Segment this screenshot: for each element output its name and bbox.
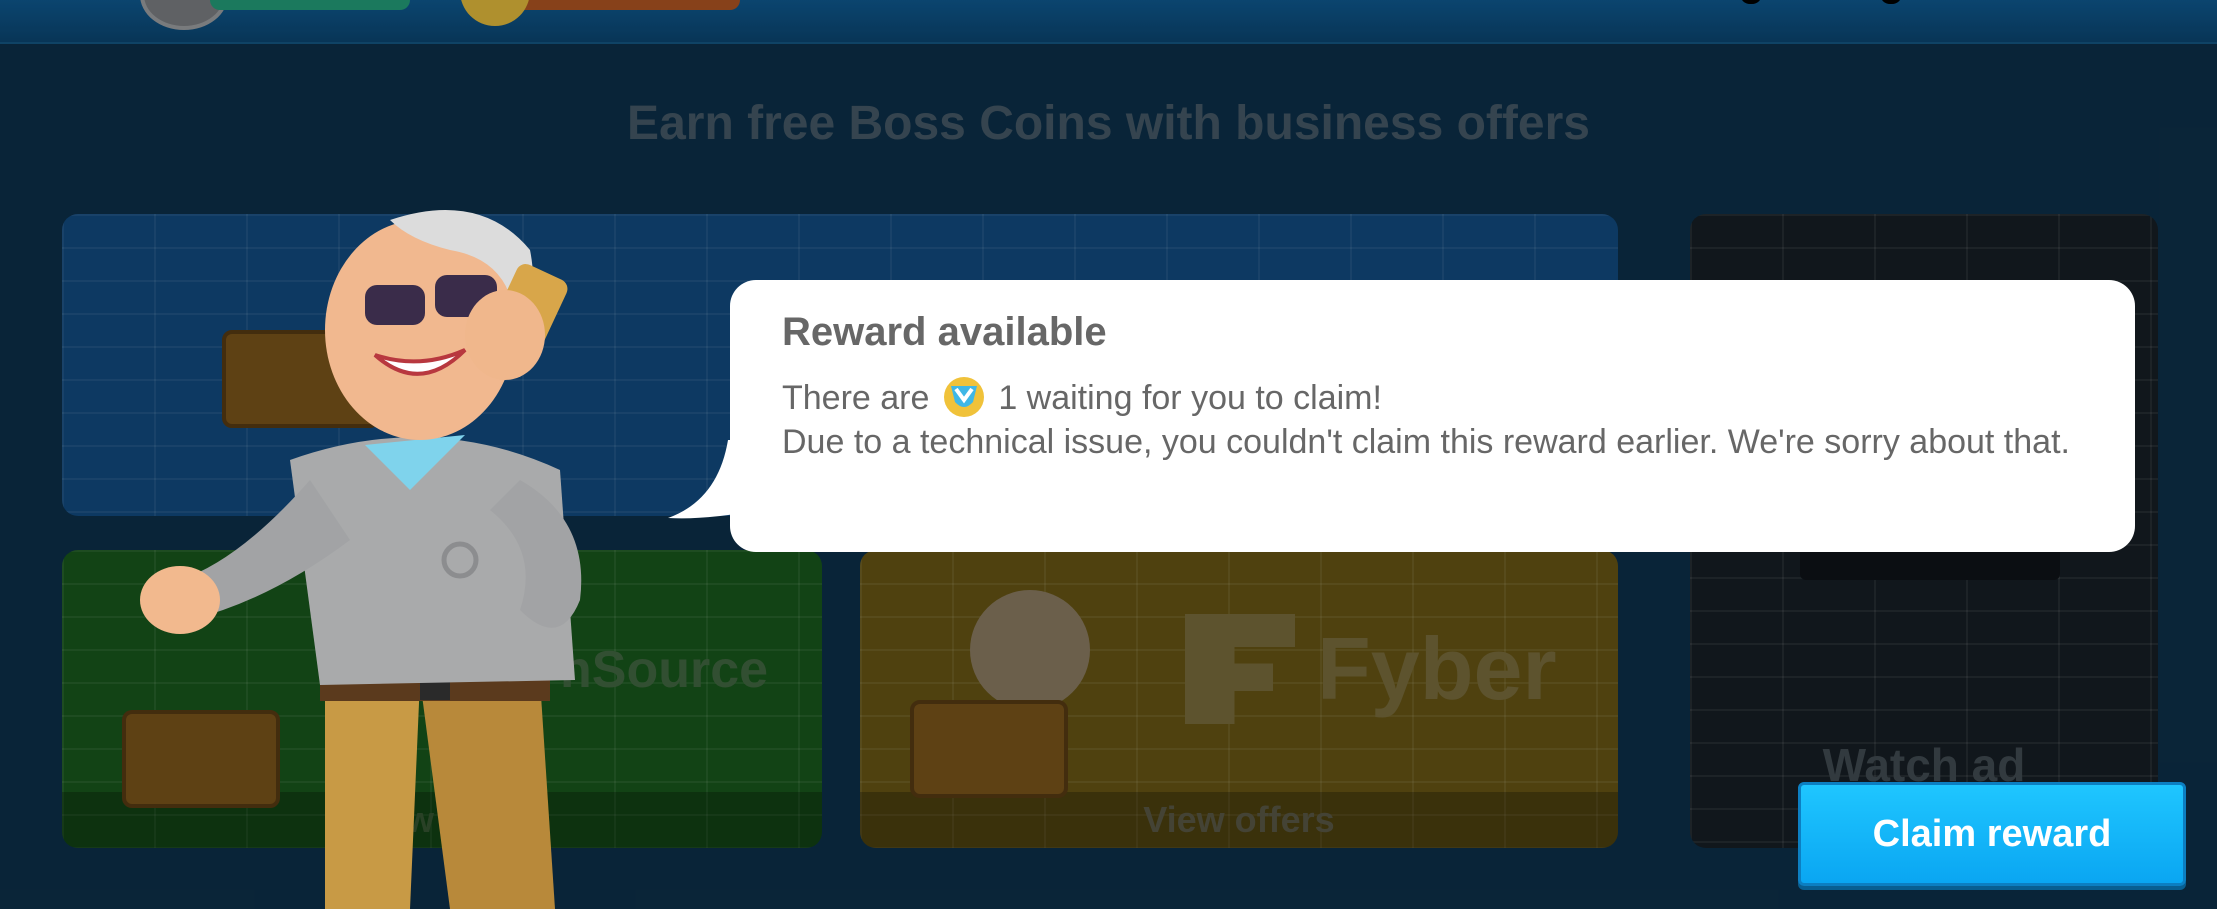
dialog-line1-prefix: There are	[782, 379, 930, 417]
reward-dialog: Reward available There are 1 waiting for…	[730, 280, 2135, 552]
dialog-title: Reward available	[782, 310, 1107, 354]
dialog-line1-suffix: 1 waiting for you to claim!	[998, 379, 1382, 417]
dialog-message: There are 1 waiting for you to claim! Du…	[782, 376, 2102, 464]
claim-reward-button[interactable]: Claim reward	[1798, 782, 2186, 886]
boss-coin-icon	[943, 377, 984, 417]
dialog-line2: Due to a technical issue, you couldn't c…	[782, 423, 2070, 461]
boss-character-icon	[140, 210, 582, 909]
